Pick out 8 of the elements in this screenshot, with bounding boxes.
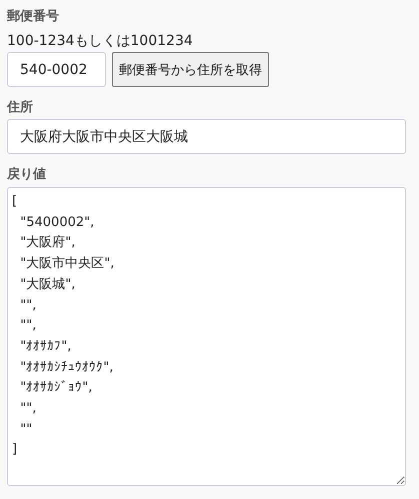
address-label: 住所 [7, 99, 34, 117]
result-textarea[interactable]: [ "5400002", "大阪府", "大阪市中央区", "大阪城", "", "", "ｵｵｻｶﾌ", "ｵｵｻｶｼﾁｭｳｵｳｸ", "ｵｵｻｶｼﾞｮｳ", "", "" ] [7, 187, 406, 486]
postal-code-field[interactable]: 540-0002 [7, 52, 106, 87]
postal-code-label: 郵便番号 [7, 8, 60, 26]
address-field[interactable]: 大阪府大阪市中央区大阪城 [7, 119, 406, 154]
result-label: 戻り値 [7, 166, 47, 184]
lookup-button[interactable]: 郵便番号から住所を取得 [112, 52, 269, 87]
postal-code-hint: 100-1234もしくは1001234 [7, 32, 194, 51]
